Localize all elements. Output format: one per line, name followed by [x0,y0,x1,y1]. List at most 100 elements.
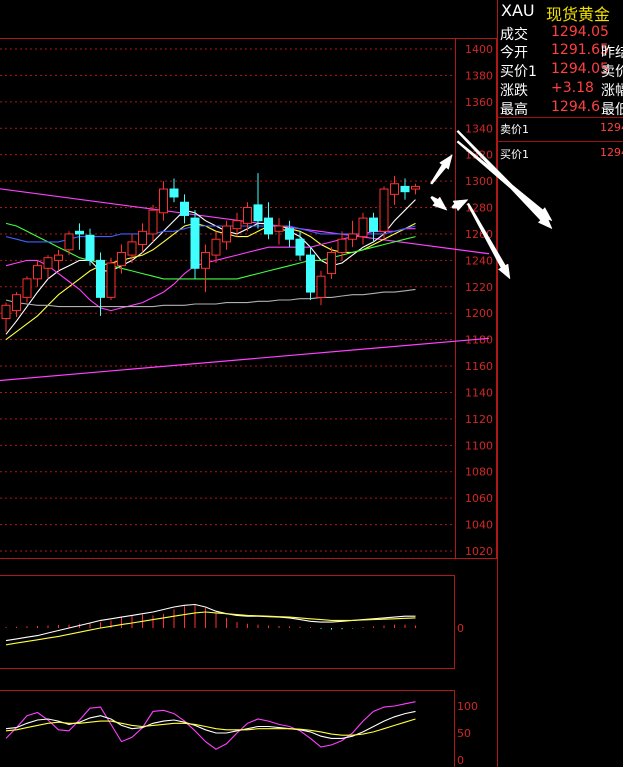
candle-body [127,241,137,256]
candle-body [43,257,53,269]
candle-body [64,233,74,251]
quote-row-label2: 昨结 [601,45,623,60]
moving-average-line [5,288,416,308]
quote-row: 涨跌 +3.18 涨幅 [497,80,623,98]
y-tick-label: 1100 [465,439,493,452]
candle-body [369,217,378,232]
candle-body [243,207,252,224]
y-tick-label: 1060 [465,492,493,505]
candle-body [348,233,357,240]
macd-frame [0,575,455,669]
quote-row: 最高 1294.6 最低 [497,99,623,117]
quote-divider [497,141,623,142]
quote-row-label2: 最低 [601,102,623,117]
y-tick-label: 1200 [465,307,493,320]
moving-average-line [5,222,416,280]
candle-body [295,238,305,256]
y-tick-label: 1400 [465,43,493,56]
quote-name: 现货黄金 [546,5,611,24]
projection-arrow [430,195,448,211]
y-tick-label: 0 [457,754,464,767]
y-tick-label: 1240 [465,254,493,267]
quote-row-label: 成交 [500,27,528,42]
candle-body [22,278,32,298]
order-book-row: 卖价1 1294 [497,120,623,136]
y-tick-label: 50 [457,727,471,740]
quote-row-value: +3.18 [551,80,594,96]
quote-row-label2: 卖价 [601,64,623,79]
candle-body [169,188,179,198]
quote-row-label: 最高 [500,102,528,117]
quote-row-value: 1294.6 [551,99,600,115]
moving-average-line [5,199,416,335]
macd-line [5,603,416,642]
y-tick-label: 1040 [465,519,493,532]
y-tick-label: 1140 [465,386,493,399]
candle-body [316,275,326,298]
candle-body [306,254,315,293]
quote-symbol: XAU [501,1,535,20]
candle-body [400,185,410,193]
y-tick-label: 1220 [465,281,493,294]
candle-body [379,188,389,232]
candle-body [117,251,126,267]
order-book-label: 买价1 [500,148,529,161]
kdj-line [5,710,416,739]
quote-row-label: 买价1 [500,64,537,79]
candle-body [264,217,273,235]
candle-body [180,201,189,216]
candle-body [148,209,158,235]
candle-body [337,238,347,253]
y-tick-label: 1020 [465,545,493,558]
y-tick-label: 1300 [465,175,493,188]
candle-body [159,188,168,214]
y-tick-label: 1080 [465,466,493,479]
candle-body [201,251,210,269]
y-tick-label: 1340 [465,122,493,135]
quote-header: XAU 现货黄金 [497,0,623,24]
candle-body [211,238,221,256]
quote-row-label: 涨跌 [500,83,528,98]
y-tick-label: 1160 [465,360,493,373]
candle-body [222,225,231,243]
candle-body [411,185,420,190]
candle-body [54,254,63,261]
projection-arrow [430,154,453,185]
y-tick-label: 1360 [465,96,493,109]
order-book-label: 卖价1 [500,123,529,136]
quote-row: 买价1 1294.05 卖价 [497,61,623,79]
kdj-frame [0,690,455,767]
candle-body [327,251,336,275]
candle-body [106,262,116,298]
y-tick-label: 0 [457,622,464,635]
candle-body [285,228,294,240]
candle-body [253,204,263,222]
kdj-line [5,701,416,750]
y-tick-label: 100 [457,700,478,713]
kdj-line [5,718,416,736]
candle-body [274,225,284,232]
y-tick-label: 1120 [465,413,493,426]
candle-body [12,294,21,312]
candle-body [138,230,147,246]
quote-row: 成交 1294.05 [497,24,623,42]
main-frame [0,38,497,559]
y-tick-label: 1380 [465,69,493,82]
quote-divider [497,117,623,118]
order-book-value: 1294 [600,146,623,159]
quote-panel: XAU 现货黄金 成交 1294.05 今开 1291.65 昨结 买价1 12… [497,0,623,767]
candle-body [33,265,42,280]
quote-row-label: 今开 [500,45,528,60]
candle-body [190,217,200,269]
quote-row-label2: 涨幅 [601,83,623,98]
trend-line [0,337,490,382]
candle-body [85,234,95,261]
order-book-value: 1294 [600,121,623,134]
candle-body [75,230,84,235]
quote-row: 今开 1291.65 昨结 [497,42,623,60]
candle-body [1,304,11,319]
candle-body [96,259,105,298]
quote-row-value: 1294.05 [551,24,609,40]
candle-body [232,220,242,230]
order-book-row: 买价1 1294 [497,145,623,161]
